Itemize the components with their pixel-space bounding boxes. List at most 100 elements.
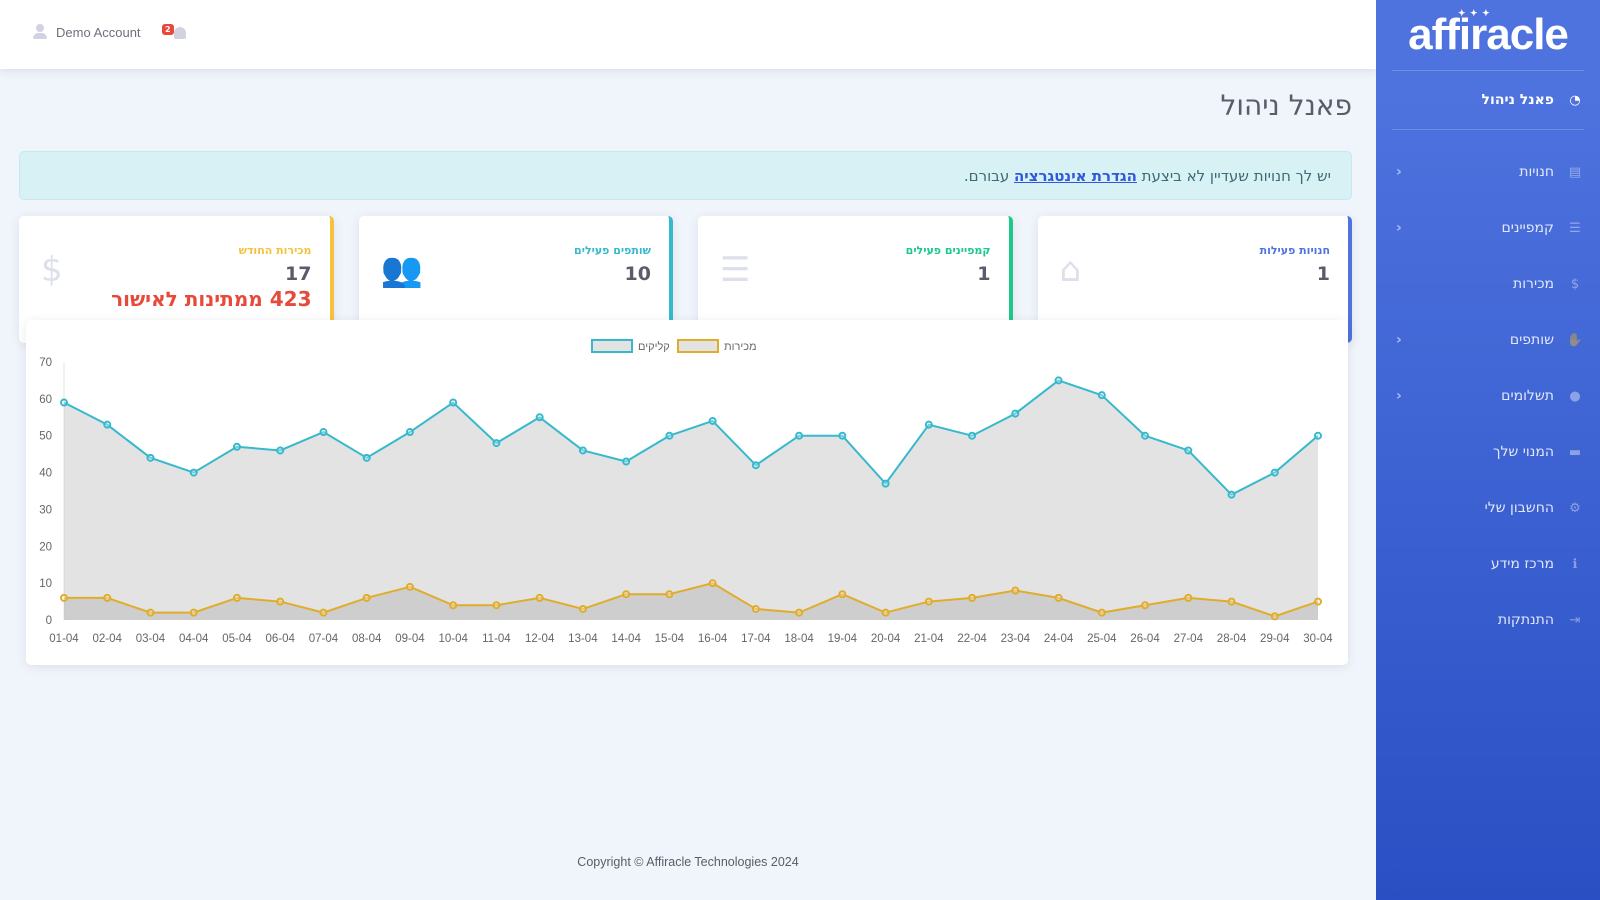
gear-icon: ⚙ [1569,500,1581,516]
data-point[interactable] [708,579,717,588]
data-point[interactable] [146,453,155,462]
sidebar-item-handshake[interactable]: ✋ שותפים ‹ [1376,312,1600,368]
data-point[interactable] [1097,391,1106,400]
data-point[interactable] [60,398,68,407]
data-point[interactable] [1184,593,1193,602]
data-point[interactable] [751,604,760,613]
data-point[interactable] [405,428,414,437]
data-point[interactable] [665,590,674,599]
data-point[interactable] [665,431,674,440]
x-tick-label: 27-04 [1174,633,1204,645]
data-point[interactable] [319,428,328,437]
stat-label: חנויות פעילות [1259,244,1330,257]
sidebar-item-dollar[interactable]: $ מכירות [1376,256,1600,312]
brand-logo[interactable]: ✦ ✦ ✦ affiracle [1376,0,1600,70]
data-point[interactable] [1141,431,1150,440]
data-point[interactable] [578,604,587,613]
sidebar-item-comment-dollar[interactable]: ● תשלומים ‹ [1376,368,1600,424]
sidebar-item-label: המנוי שלך [1492,444,1554,460]
data-point[interactable] [1011,409,1020,418]
data-point[interactable] [103,593,112,602]
data-point[interactable] [232,442,241,451]
data-point[interactable] [276,597,285,606]
data-point[interactable] [1270,468,1279,477]
data-point[interactable] [189,608,198,617]
list-icon: ☰ [720,250,751,290]
data-point[interactable] [622,590,631,599]
x-tick-label: 04-04 [179,633,209,645]
sidebar-item-logout[interactable]: ⇥ התנתקות [1376,592,1600,648]
x-tick-label: 20-04 [871,633,901,645]
data-point[interactable] [1227,597,1236,606]
sidebar-item-id-card[interactable]: ▬ המנוי שלך [1376,424,1600,480]
data-point[interactable] [795,608,804,617]
chevron-left-icon[interactable]: ‹ [1396,220,1402,236]
x-tick-label: 08-04 [352,633,382,645]
y-tick-label: 10 [39,578,52,590]
data-point[interactable] [362,593,371,602]
data-point[interactable] [1184,446,1193,455]
data-point[interactable] [1011,586,1020,595]
data-point[interactable] [708,416,717,425]
chevron-left-icon[interactable]: ‹ [1396,332,1402,348]
data-point[interactable] [276,446,285,455]
x-tick-label: 16-04 [698,633,728,645]
data-point[interactable] [751,461,760,470]
data-point[interactable] [1097,608,1106,617]
data-point[interactable] [492,439,501,448]
sidebar-item-dashboard[interactable]: ◔ פאנל ניהול [1376,71,1600,129]
data-point[interactable] [146,608,155,617]
legend-label[interactable]: קליקים [638,340,670,353]
data-point[interactable] [405,582,414,591]
data-point[interactable] [578,446,587,455]
logo-stars-icon: ✦ ✦ ✦ [1458,8,1491,18]
data-point[interactable] [795,431,804,440]
data-point[interactable] [968,431,977,440]
data-point[interactable] [838,590,847,599]
data-point[interactable] [1054,593,1063,602]
integration-setup-link[interactable]: הגדרת אינטגרציה [1014,167,1137,185]
id-card-icon: ▬ [1568,444,1582,460]
data-point[interactable] [881,608,890,617]
data-point[interactable] [1270,612,1279,621]
sidebar-item-info[interactable]: ℹ מרכז מידע [1376,536,1600,592]
legend-swatch[interactable] [591,339,633,353]
data-point[interactable] [449,398,458,407]
tachometer-icon: ◔ [1569,92,1581,108]
chevron-left-icon[interactable]: ‹ [1396,164,1402,180]
data-point[interactable] [189,468,198,477]
data-point[interactable] [1314,597,1322,606]
data-point[interactable] [881,479,890,488]
data-point[interactable] [535,593,544,602]
stat-value: 1 [1316,263,1330,285]
data-point[interactable] [1141,601,1150,610]
legend-swatch[interactable] [677,339,719,353]
data-point[interactable] [924,420,933,429]
data-point[interactable] [319,608,328,617]
data-point[interactable] [449,601,458,610]
data-point[interactable] [103,420,112,429]
y-tick-label: 50 [39,431,52,443]
data-point[interactable] [60,593,68,602]
data-point[interactable] [924,597,933,606]
data-point[interactable] [622,457,631,466]
sidebar-item-gear[interactable]: ⚙ החשבון שלי [1376,480,1600,536]
chevron-left-icon[interactable]: ‹ [1396,388,1402,404]
handshake-icon: ✋ [1566,332,1584,348]
sidebar-item-store[interactable]: ▤ חנויות ‹ [1376,144,1600,200]
data-point[interactable] [232,593,241,602]
sidebar-item-list[interactable]: ☰ קמפיינים ‹ [1376,200,1600,256]
stat-label: מכירות החודש [238,244,312,257]
data-point[interactable] [362,453,371,462]
data-point[interactable] [1227,490,1236,499]
data-point[interactable] [1314,431,1322,440]
legend-label[interactable]: מכירות [724,341,757,353]
data-point[interactable] [492,601,501,610]
dollar-icon: $ [1570,276,1580,292]
data-point[interactable] [968,593,977,602]
data-point[interactable] [838,431,847,440]
data-point[interactable] [1054,376,1063,385]
data-point[interactable] [535,413,544,422]
user-menu[interactable]: Demo Account [33,24,141,40]
notifications-button[interactable]: 2 [162,24,188,42]
